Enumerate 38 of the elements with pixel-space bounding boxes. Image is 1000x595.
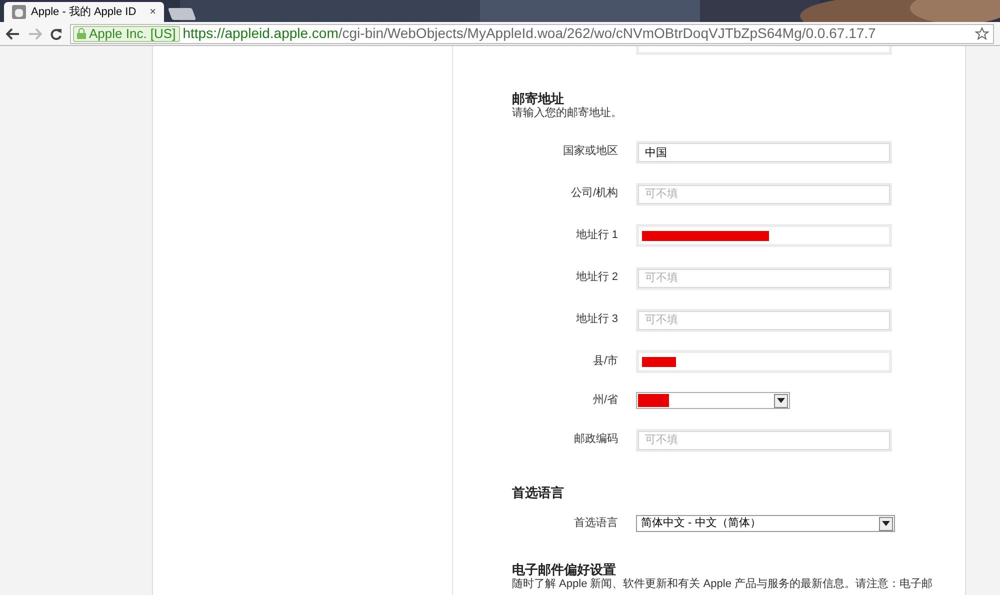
text-field[interactable]: 可不填 [636, 428, 892, 452]
redaction-mark [642, 356, 676, 366]
tab-title: Apple - 我的 Apple ID [31, 4, 136, 20]
field-label: 首选语言 [573, 516, 618, 532]
dropdown-arrow-icon [777, 398, 785, 403]
text-field[interactable] [636, 224, 892, 247]
field-label: 邮政编码 [573, 432, 618, 448]
reload-icon[interactable] [50, 28, 62, 40]
text-field[interactable]: 中国 [636, 140, 892, 164]
dropdown[interactable]: 简体中文 - 中文（简体） [636, 515, 895, 532]
field-label: 县/市 [592, 354, 618, 370]
field-label: 地址行 3 [574, 312, 618, 328]
text-field[interactable] [636, 46, 892, 55]
text-field[interactable]: 可不填 [636, 182, 892, 206]
text-field[interactable]: 可不填 [636, 308, 892, 332]
section-heading: 首选语言 [512, 485, 565, 501]
section-description: 随时了解 Apple 新闻、软件更新和有关 Apple 产品与服务的最新信息。请注意：电子邮 [512, 578, 932, 591]
field-label: 地址行 2 [574, 270, 618, 286]
text-field[interactable]: 可不填 [636, 266, 892, 290]
text-field[interactable] [636, 350, 892, 373]
field-label: 州/省 [592, 393, 618, 408]
dropdown-arrow-icon [882, 521, 890, 526]
address-bar[interactable]: Apple Inc. [US] https://appleid.apple.com/cgi-bin/WebObjects/MyAppleId.woa/262/wo/cNVmOBtrDoqVJTbZpS64Mg/0.0.67.17.7 [70, 24, 994, 44]
url-text: https://appleid.apple.com/cgi-bin/WebObjects/MyAppleId.woa/262/wo/cNVmOBtrDoqVJTbZpS64Mg/0.0.67.17.7 [182, 24, 876, 43]
section-heading: 电子邮件偏好设置 [512, 562, 617, 578]
section-heading: 邮寄地址 [512, 91, 565, 107]
field-label: 公司/机构 [570, 186, 618, 202]
back-arrow-icon[interactable] [6, 28, 20, 40]
padlock-icon [77, 28, 86, 39]
tab-close-button[interactable]: × [150, 4, 156, 20]
browser-tab[interactable]: Apple - 我的 Apple ID × [4, 2, 164, 22]
identity-badge[interactable]: Apple Inc. [US] [73, 26, 180, 42]
redaction-mark [638, 394, 669, 407]
section-description: 请输入您的邮寄地址。 [512, 107, 623, 120]
field-label: 国家或地区 [562, 144, 618, 160]
field-label: 地址行 1 [574, 228, 618, 244]
star-icon[interactable] [975, 26, 989, 40]
dropdown[interactable] [636, 392, 790, 409]
